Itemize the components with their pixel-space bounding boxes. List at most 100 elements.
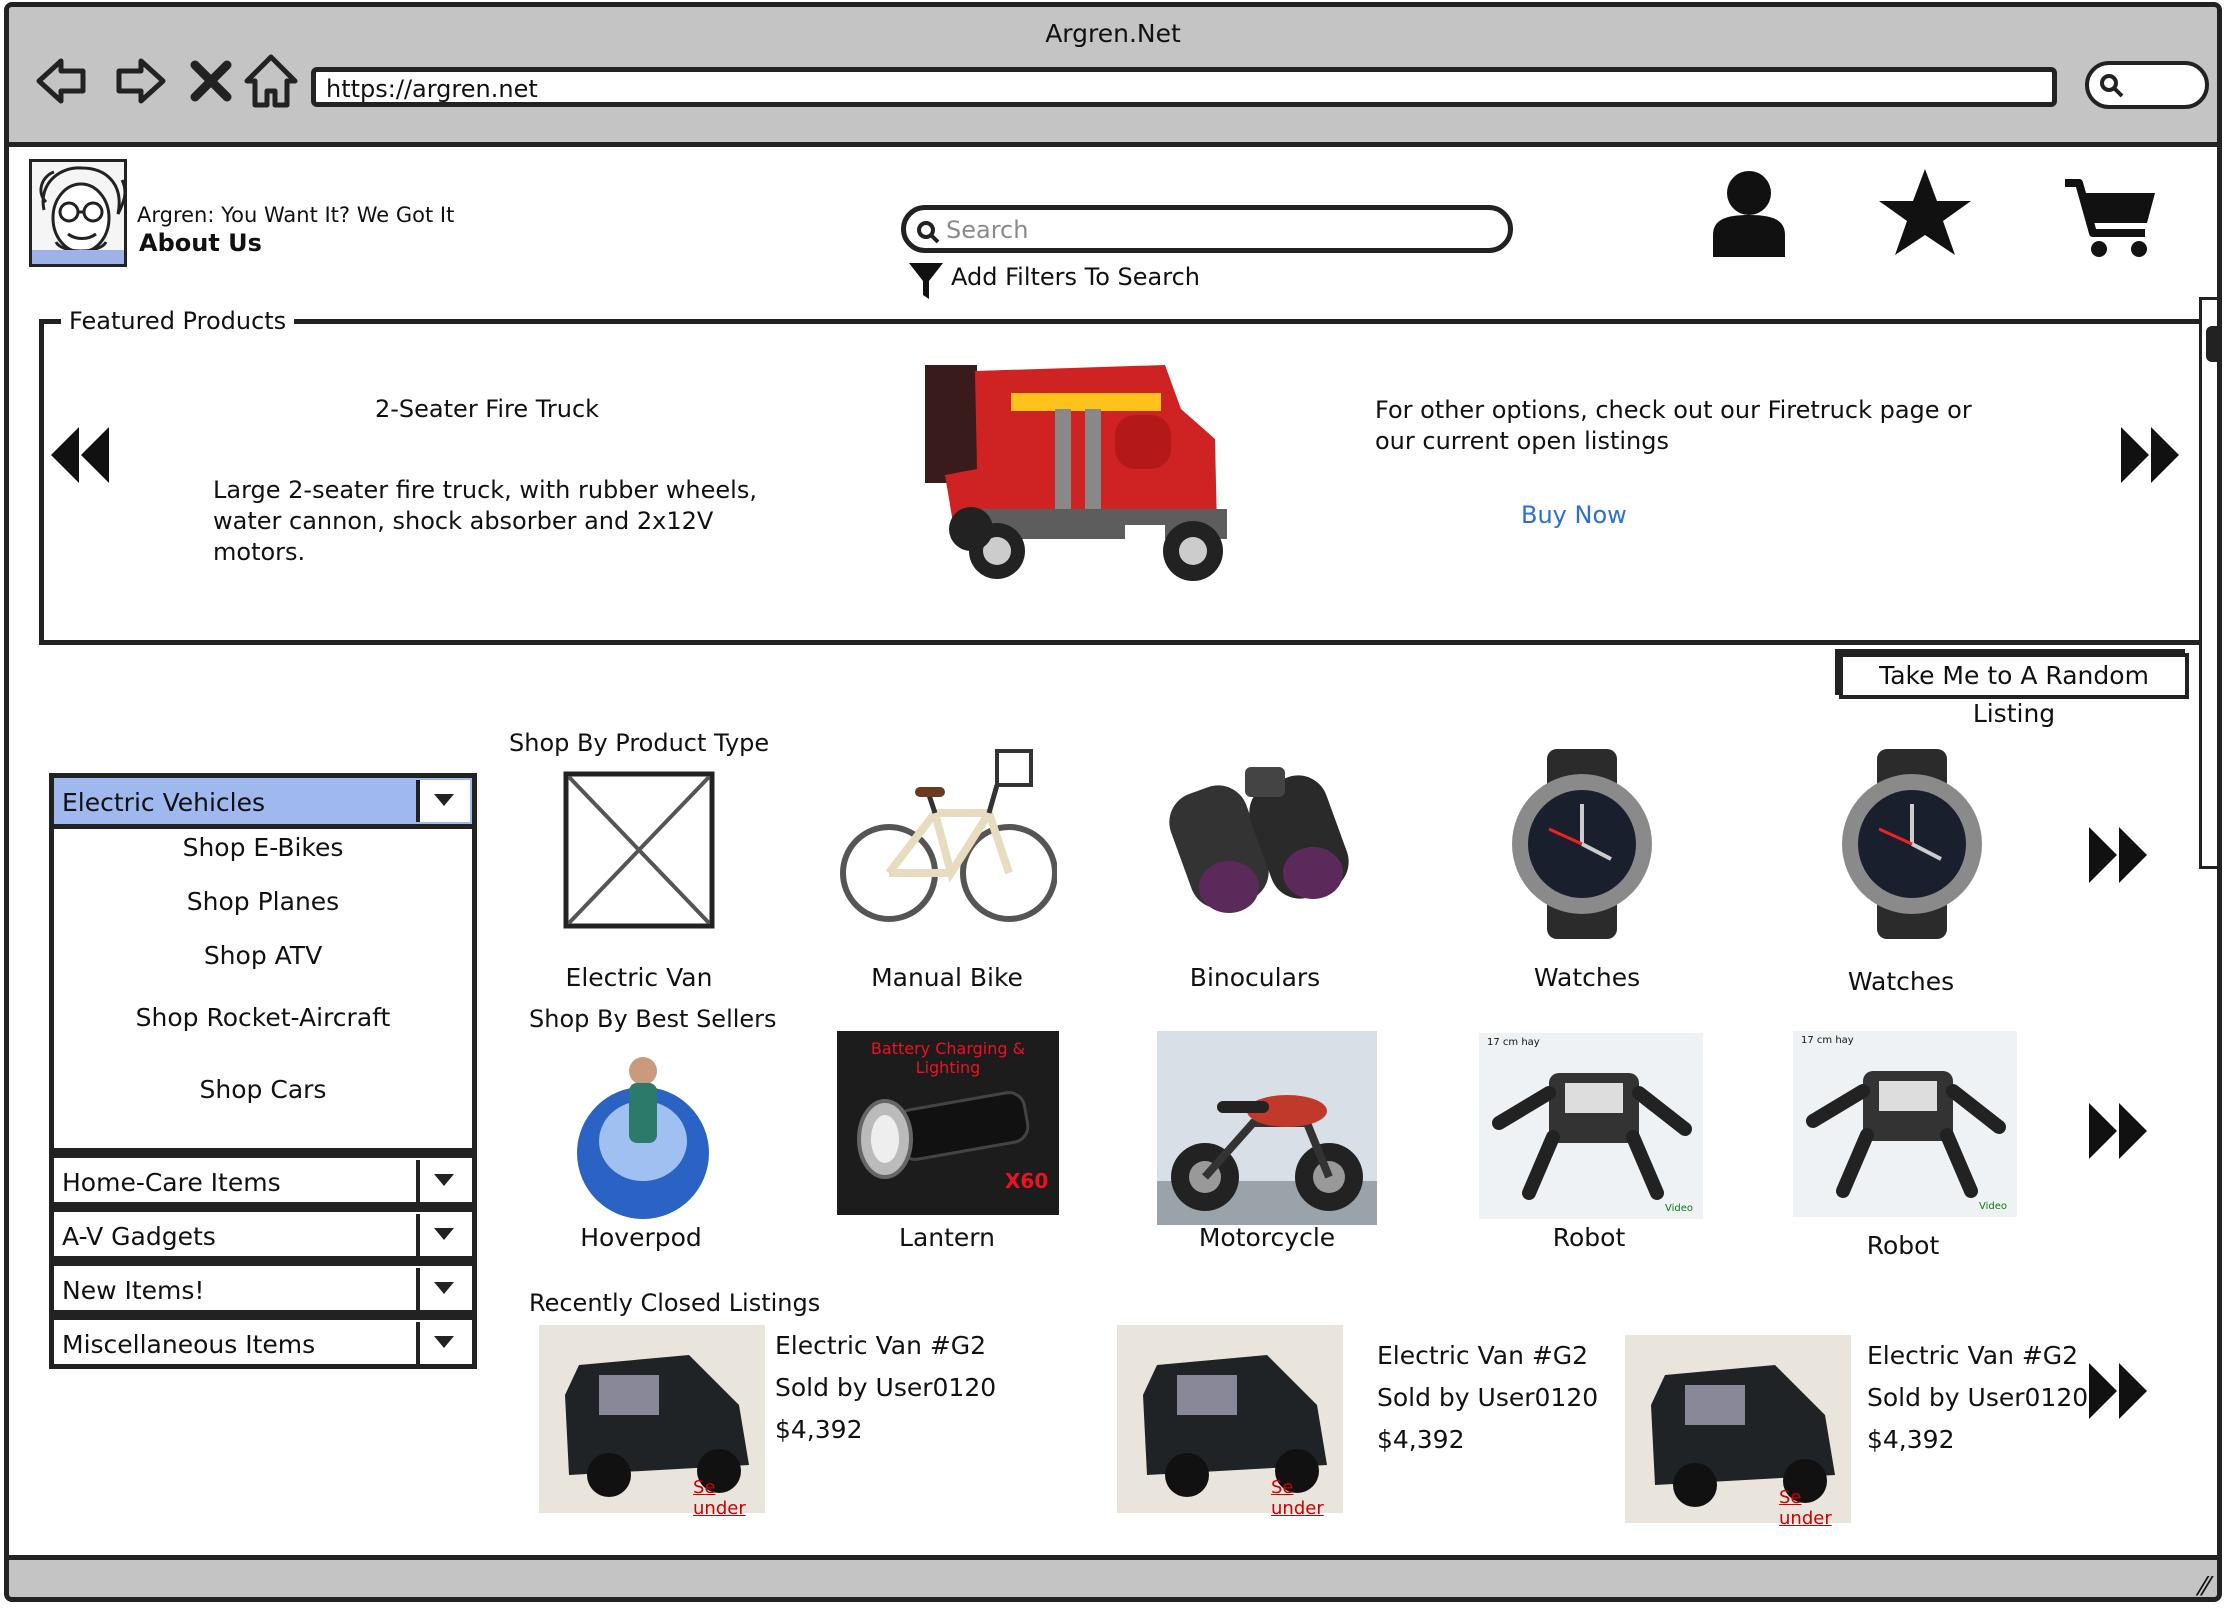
logo-shoulders [32,250,124,264]
add-filters-button[interactable]: Add Filters To Search [907,261,1200,307]
about-us-link[interactable]: About Us [139,229,262,257]
search-input[interactable] [946,214,1506,246]
closed-listing-image-2[interactable]: Se under [1117,1325,1343,1519]
close-icon[interactable] [181,51,241,111]
home-icon[interactable] [241,51,301,111]
browser-window: Argren.Net https://argren.net Argren: Yo… [4,2,2222,1602]
favorites-star-icon[interactable] [1877,167,1973,263]
other-options-text: For other options, check out our Firetru… [1375,396,1972,455]
browser-search-field[interactable] [2085,61,2209,109]
hoverpod-tile[interactable] [569,1041,717,1225]
browser-status-bar: ⁄⁄ [9,1555,2217,1597]
logo [29,159,127,267]
category-new-items[interactable]: New Items! [49,1261,477,1315]
sub-item-e-bikes[interactable]: Shop E-Bikes [49,833,477,862]
user-account-icon[interactable] [1709,169,1789,261]
sub-item-rocket-aircraft[interactable]: Shop Rocket-Aircraft [49,1003,477,1032]
chevron-down-icon[interactable] [416,1268,470,1310]
search-icon [917,221,940,244]
category-home-care[interactable]: Home-Care Items [49,1153,477,1207]
watch-tile-1[interactable] [1479,749,1685,939]
robot-caption: 17 cm hay [1487,1037,1540,1048]
previous-arrow-icon[interactable] [49,425,111,489]
manual-bike-tile[interactable] [839,743,1058,931]
random-listing-button[interactable]: Take Me to A Random Listing [1839,653,2189,728]
robot-tile-1[interactable]: 17 cm hay Video [1479,1033,1703,1219]
category-av-gadgets[interactable]: A-V Gadgets [49,1207,477,1261]
category-label: A-V Gadgets [62,1222,216,1251]
product-type-label: Electric Van [565,963,713,992]
sub-item-atv[interactable]: Shop ATV [49,941,477,970]
filter-icon [909,263,943,299]
closed-listing-price: $4,392 [1867,1425,1955,1454]
best-sellers-next-icon[interactable] [2087,1101,2149,1165]
lantern-tile[interactable]: Battery Charging & Lighting X60 [837,1031,1059,1215]
chevron-down-icon[interactable] [416,1214,470,1256]
category-label: Miscellaneous Items [62,1330,316,1359]
closed-listings-heading: Recently Closed Listings [529,1289,821,1317]
sub-item-cars[interactable]: Shop Cars [49,1075,477,1104]
closed-listing-2-details: Electric Van #G2 Sold by User0120 $4,392 [1377,1335,1598,1461]
sub-item-planes[interactable]: Shop Planes [49,887,477,916]
product-type-label: Watches [1847,967,1955,996]
closed-listings-next-icon[interactable] [2087,1361,2149,1425]
closed-listing-name: Electric Van #G2 [1377,1341,1589,1370]
product-type-label: Watches [1533,963,1641,992]
category-electric-vehicles[interactable]: Electric Vehicles [49,773,477,829]
closed-listing-price: $4,392 [1377,1425,1465,1454]
resize-grip-icon[interactable]: ⁄⁄ [2200,1572,2209,1597]
closed-listing-seller: Sold by User0120 [1867,1383,2089,1412]
best-seller-label: Hoverpod [580,1223,702,1252]
product-type-label: Manual Bike [871,963,1023,992]
closed-listing-name: Electric Van #G2 [1867,1341,2079,1370]
best-seller-label: Motorcycle [1198,1223,1336,1252]
shopping-cart-icon[interactable] [2063,177,2159,265]
forward-arrow-icon[interactable] [111,51,171,111]
closed-overlay-text: Se under [693,1477,746,1519]
closed-overlay-text: Se under [1779,1487,1832,1529]
motorcycle-tile[interactable] [1157,1031,1377,1225]
product-type-next-icon[interactable] [2087,825,2149,889]
featured-products-legend: Featured Products [61,307,295,335]
best-sellers-heading: Shop By Best Sellers [529,1005,777,1033]
product-type-label: Binoculars [1189,963,1321,992]
robot-video-label: Video [1979,1201,2008,1212]
binoculars-tile[interactable] [1149,747,1359,927]
robot-video-label: Video [1665,1203,1694,1214]
add-filters-label: Add Filters To Search [951,263,1201,291]
closed-listing-3-details: Electric Van #G2 Sold by User0120 $4,392 [1867,1335,2088,1461]
chevron-down-icon[interactable] [416,1160,470,1202]
site-search-box[interactable] [901,205,1513,253]
chevron-down-icon[interactable] [416,780,470,822]
category-miscellaneous[interactable]: Miscellaneous Items [49,1315,477,1369]
search-icon [2100,74,2124,98]
vertical-scrollbar[interactable] [2199,297,2217,869]
category-label: New Items! [62,1276,205,1305]
chevron-down-icon[interactable] [416,1322,470,1364]
closed-listing-image-1[interactable]: Se under [539,1325,765,1519]
back-arrow-icon[interactable] [31,51,91,111]
tagline: Argren: You Want It? We Got It [137,203,455,227]
fire-truck-image[interactable] [915,359,1237,595]
category-label: Home-Care Items [62,1168,281,1197]
image-placeholder-icon [563,771,715,929]
closed-overlay-text: Se under [1271,1477,1324,1519]
buy-now-link[interactable]: Buy Now [1521,501,1627,529]
lantern-banner: Battery Charging & Lighting [870,1039,1026,1077]
next-arrow-icon[interactable] [2119,425,2181,489]
featured-product-title: 2-Seater Fire Truck [375,395,600,423]
lantern-model: X60 [1005,1169,1049,1193]
featured-product-description: Large 2-seater fire truck, with rubber w… [213,476,757,566]
scrollbar-thumb[interactable] [2206,326,2217,362]
closed-listing-name: Electric Van #G2 [775,1331,987,1360]
url-bar[interactable]: https://argren.net [311,67,2057,107]
robot-caption: 17 cm hay [1801,1035,1854,1046]
best-seller-label: Lantern [899,1223,995,1252]
closed-listing-image-3[interactable]: Se under [1625,1335,1851,1529]
robot-tile-2[interactable]: 17 cm hay Video [1793,1031,2017,1217]
electric-van-tile[interactable] [563,771,715,929]
watch-tile-2[interactable] [1809,749,2015,939]
window-title: Argren.Net [1045,19,1181,48]
category-label: Electric Vehicles [62,788,266,817]
closed-listing-1-details: Electric Van #G2 Sold by User0120 $4,392 [775,1325,996,1451]
